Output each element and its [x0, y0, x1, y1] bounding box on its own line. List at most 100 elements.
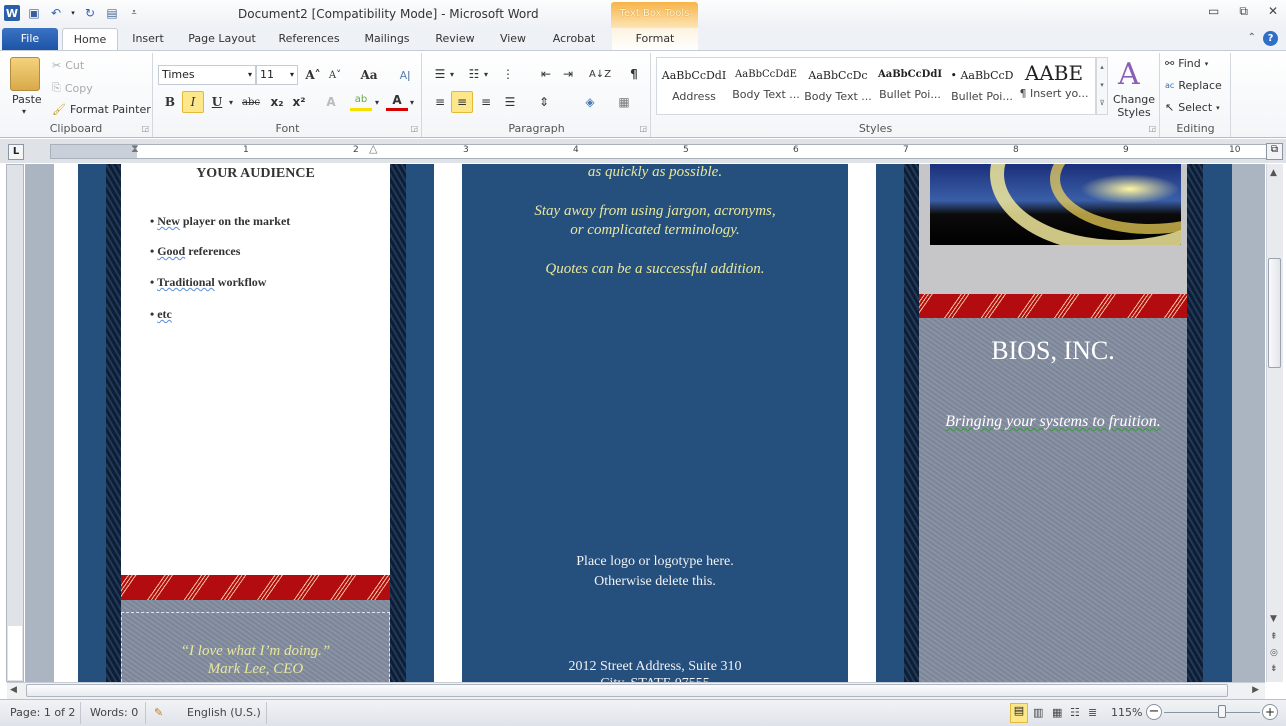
cut-button[interactable]: ✂ Cut — [52, 59, 84, 72]
restore-icon[interactable]: ⧉ — [1239, 4, 1248, 19]
vertical-ruler[interactable] — [6, 164, 24, 682]
scroll-left-icon[interactable]: ◀ — [10, 685, 17, 695]
indent-marker-icon[interactable]: ⧗ — [131, 142, 139, 156]
clipboard-launcher-icon[interactable]: ◲ — [141, 124, 149, 133]
view-ruler-icon[interactable]: ⧉ — [1266, 143, 1283, 160]
align-right-icon[interactable]: ≡ — [475, 91, 497, 113]
tab-selector[interactable]: L — [8, 144, 24, 160]
bullets-dropdown-icon[interactable]: ▾ — [447, 63, 457, 85]
increase-indent-icon[interactable]: ⇥ — [557, 63, 579, 85]
address-line1[interactable]: 2012 Street Address, Suite 310 — [462, 659, 848, 675]
previous-page-icon[interactable]: ⇞ — [1270, 632, 1278, 642]
undo-dropdown-icon[interactable]: ▾ — [70, 5, 76, 21]
superscript-button[interactable]: x² — [288, 91, 310, 113]
horizontal-scroll-thumb[interactable] — [26, 684, 1228, 697]
paragraph-launcher-icon[interactable]: ◲ — [639, 124, 647, 133]
style-body-text-2[interactable]: AaBbCcDc Body Text ... — [802, 59, 874, 113]
font-size-combo[interactable]: 11 ▾ — [256, 65, 298, 85]
tab-references[interactable]: References — [272, 28, 346, 50]
align-center-icon[interactable]: ≡ — [451, 91, 473, 113]
vertical-scroll-thumb[interactable] — [1268, 258, 1281, 368]
font-launcher-icon[interactable]: ◲ — [410, 124, 418, 133]
next-page-icon[interactable]: ⇟ — [1270, 664, 1278, 674]
format-painter-button[interactable]: 🖌 Format Painter — [52, 103, 151, 116]
bullet-item[interactable]: • Good references — [150, 244, 240, 259]
help-icon[interactable]: ? — [1263, 31, 1278, 46]
tunnel-photo[interactable] — [930, 164, 1181, 245]
bullet-item[interactable]: • New player on the market — [150, 214, 290, 229]
replace-button[interactable]: ac Replace — [1165, 79, 1222, 92]
draft-view-icon[interactable]: ≣ — [1088, 706, 1097, 719]
change-styles-icon[interactable]: A — [1118, 57, 1140, 92]
redo-icon[interactable]: ↻ — [82, 5, 98, 21]
style-bullet-point-1[interactable]: AaBbCcDdI Bullet Poi... — [874, 59, 946, 113]
underline-dropdown-icon[interactable]: ▾ — [226, 91, 236, 113]
middle-text-line[interactable]: Stay away from using jargon, acronyms, — [462, 203, 848, 220]
save-icon[interactable]: ▣ — [26, 5, 42, 21]
page-count[interactable]: Page: 1 of 2 — [10, 706, 75, 719]
paste-button[interactable]: Paste — [12, 93, 42, 106]
zoom-out-icon[interactable]: − — [1146, 704, 1162, 720]
styles-scroll[interactable]: ▴ ▾ ⊽ — [1096, 57, 1108, 115]
tab-view[interactable]: View — [492, 28, 534, 50]
print-layout-view-icon[interactable]: ▤ — [1010, 703, 1028, 723]
find-button[interactable]: ⚯ Find ▾ — [1165, 57, 1208, 70]
document-page[interactable]: YOUR AUDIENCE • New player on the market… — [54, 164, 1232, 682]
zoom-in-icon[interactable]: + — [1262, 704, 1278, 720]
scroll-right-icon[interactable]: ▶ — [1252, 685, 1259, 695]
paste-icon[interactable] — [10, 57, 40, 91]
audience-heading[interactable]: YOUR AUDIENCE — [121, 166, 390, 182]
browse-object-icon[interactable]: ◎ — [1270, 648, 1278, 658]
grow-font-button[interactable]: A˄ — [302, 64, 324, 86]
copy-button[interactable]: ⎘ Copy — [52, 81, 93, 95]
font-color-icon[interactable]: A — [386, 91, 408, 111]
minimize-icon[interactable]: ▭ — [1208, 4, 1219, 19]
tab-review[interactable]: Review — [428, 28, 482, 50]
quote-text[interactable]: “I love what I’m doing.” — [121, 642, 390, 661]
scroll-up-icon[interactable]: ▲ — [1270, 168, 1277, 178]
middle-text-line[interactable]: Quotes can be a successful addition. — [462, 261, 848, 278]
scroll-down-icon[interactable]: ▼ — [1270, 614, 1277, 624]
horizontal-ruler[interactable]: ⧗ △ 1 2 3 4 5 6 7 8 9 10 — [50, 142, 1268, 159]
company-name[interactable]: BIOS, INC. — [919, 336, 1187, 366]
tab-home[interactable]: Home — [62, 28, 118, 50]
shrink-font-button[interactable]: A˅ — [324, 64, 346, 86]
bullet-item[interactable]: • etc — [150, 307, 172, 322]
tab-page-layout[interactable]: Page Layout — [182, 28, 262, 50]
company-tagline[interactable]: Bringing your systems to fruition. — [919, 413, 1187, 431]
bullet-item[interactable]: • Traditional workflow — [150, 275, 266, 290]
bold-button[interactable]: B — [159, 91, 181, 113]
tab-insert[interactable]: Insert — [124, 28, 172, 50]
zoom-slider-track[interactable] — [1164, 712, 1260, 713]
web-layout-icon[interactable]: ▦ — [1052, 706, 1062, 719]
minimize-ribbon-icon[interactable]: ⌃ — [1248, 32, 1256, 43]
line-spacing-icon[interactable]: ⇕ — [533, 91, 555, 113]
style-address[interactable]: AaBbCcDdI Address — [658, 59, 730, 113]
borders-icon[interactable]: ▦ — [613, 91, 635, 113]
italic-button[interactable]: I — [182, 91, 204, 113]
print-preview-icon[interactable]: ▤ — [104, 5, 120, 21]
style-body-text-1[interactable]: AaBbCcDdE Body Text ... — [730, 59, 802, 113]
font-name-combo[interactable]: Times ▾ — [158, 65, 256, 85]
vertical-scrollbar[interactable]: ▲ ▼ ⇞ ◎ ⇟ — [1266, 164, 1283, 682]
proofing-icon[interactable]: ✎ — [154, 706, 163, 719]
decrease-indent-icon[interactable]: ⇤ — [535, 63, 557, 85]
word-count[interactable]: Words: 0 — [90, 706, 138, 719]
paste-dropdown-icon[interactable]: ▾ — [22, 107, 26, 116]
highlight-color-icon[interactable]: ab — [350, 91, 372, 111]
strikethrough-button[interactable]: abc — [240, 91, 262, 113]
right-indent-marker-icon[interactable]: △ — [369, 142, 377, 155]
font-color-dropdown-icon[interactable]: ▾ — [407, 91, 417, 113]
full-screen-reading-icon[interactable]: ▥ — [1033, 706, 1043, 719]
tab-format[interactable]: Format — [612, 28, 698, 50]
shading-icon[interactable]: ◈ — [579, 91, 601, 113]
zoom-level[interactable]: 115% — [1111, 706, 1142, 719]
tab-mailings[interactable]: Mailings — [356, 28, 418, 50]
text-effects-icon[interactable]: A — [320, 91, 342, 113]
underline-button[interactable]: U — [206, 91, 228, 113]
tab-acrobat[interactable]: Acrobat — [544, 28, 604, 50]
language-indicator[interactable]: English (U.S.) — [187, 706, 261, 719]
outline-view-icon[interactable]: ☷ — [1070, 706, 1080, 719]
undo-icon[interactable]: ↶ — [48, 5, 64, 21]
style-bullet-point-2[interactable]: • AaBbCcD Bullet Poi... — [946, 59, 1018, 113]
